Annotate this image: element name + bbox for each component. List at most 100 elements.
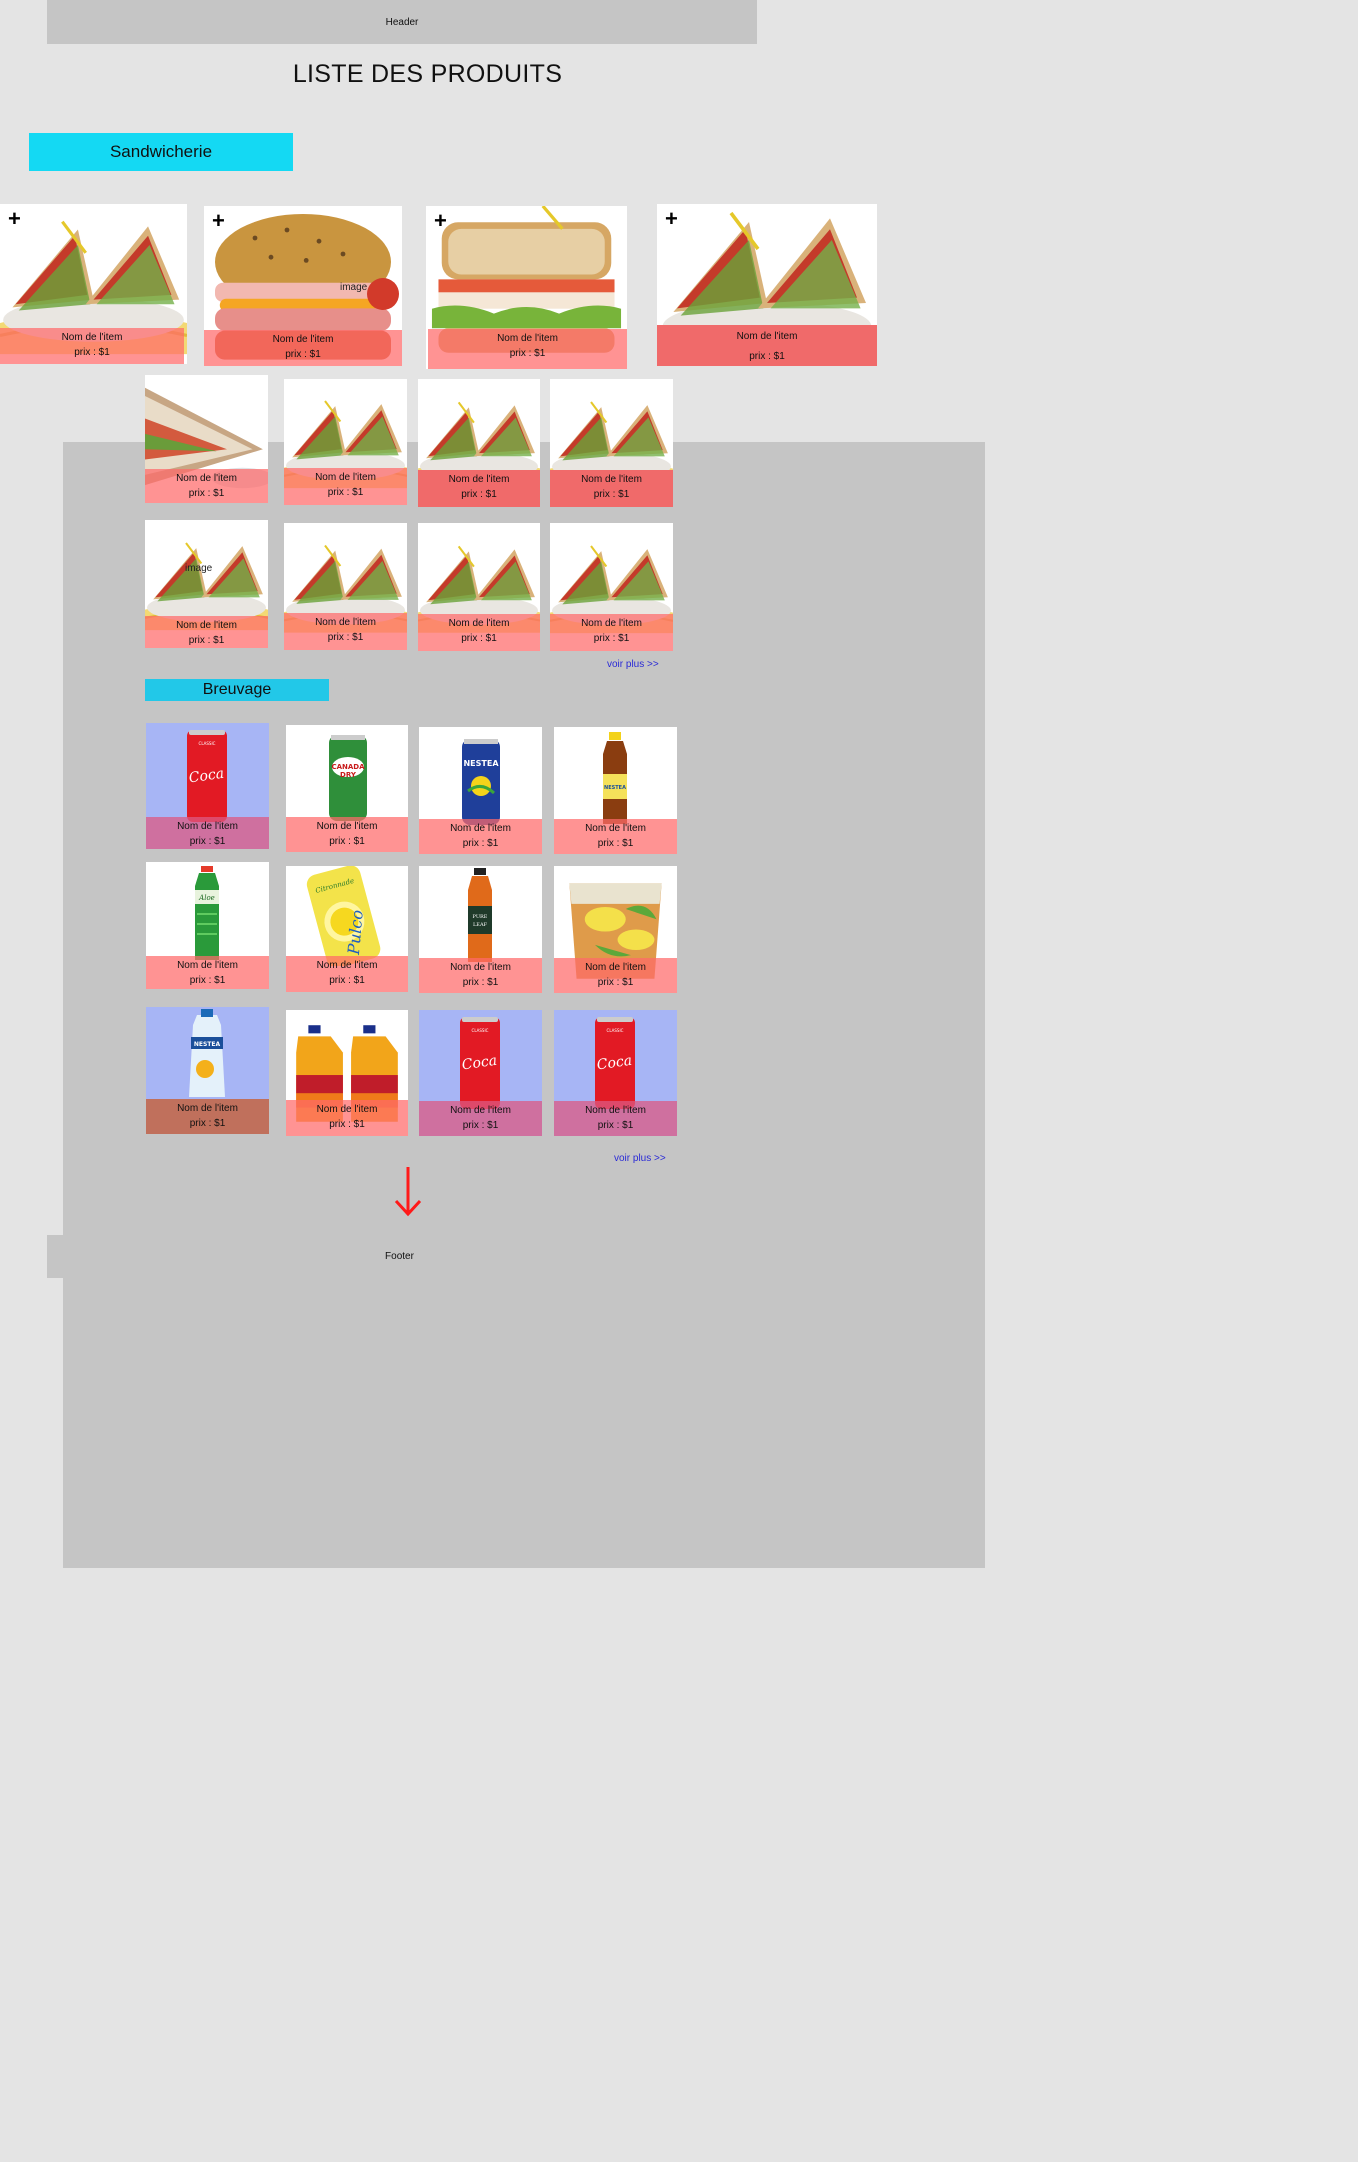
- item-name: Nom de l'item: [448, 618, 510, 629]
- item-name: Nom de l'item: [177, 960, 238, 971]
- item-price: prix : $1: [329, 1119, 365, 1130]
- item-info: Nom de l'item prix : $1: [145, 469, 268, 503]
- item-price: prix : $1: [189, 1118, 226, 1129]
- item-info: Nom de l'item prix : $1: [146, 817, 269, 849]
- item-name: Nom de l'item: [177, 1103, 238, 1114]
- product-card[interactable]: Nom de l'item prix : $1: [419, 1010, 542, 1136]
- add-to-cart-icon[interactable]: +: [8, 208, 21, 230]
- item-name: Nom de l'item: [736, 331, 798, 342]
- item-info: Nom de l'item prix : $1: [146, 1099, 269, 1134]
- product-card[interactable]: Nom de l'item prix : $1: [146, 1007, 269, 1134]
- item-name: Nom de l'item: [585, 1105, 646, 1116]
- item-name: Nom de l'item: [176, 473, 237, 484]
- category-label: Breuvage: [202, 681, 272, 698]
- item-price: prix : $1: [189, 975, 226, 986]
- add-to-cart-icon[interactable]: +: [665, 208, 678, 230]
- add-to-cart-icon[interactable]: +: [212, 210, 225, 232]
- item-price: prix : $1: [285, 349, 321, 360]
- item-info: Nom de l'item prix : $1: [419, 819, 542, 854]
- product-card[interactable]: Nom de l'item prix : $1: [418, 523, 540, 651]
- product-card[interactable]: Nom de l'item prix : $1: [145, 375, 268, 503]
- product-card[interactable]: + image Nom de l'item prix : $1: [204, 206, 402, 366]
- product-card[interactable]: Nom de l'item prix : $1: [284, 379, 407, 505]
- item-info: Nom de l'item prix : $1: [550, 614, 673, 651]
- item-info: Nom de l'item prix : $1: [284, 613, 407, 650]
- item-info: Nom de l'item prix : $1: [286, 1100, 408, 1136]
- header: Header: [47, 0, 757, 44]
- product-card[interactable]: Nom de l'item prix : $1: [284, 523, 407, 650]
- item-name: Nom de l'item: [316, 960, 378, 971]
- item-name: Nom de l'item: [315, 472, 376, 483]
- item-price: prix : $1: [462, 977, 499, 988]
- item-price: prix : $1: [461, 633, 497, 644]
- arrow-down-icon[interactable]: [393, 1167, 423, 1217]
- product-card[interactable]: Nom de l'item prix : $1: [419, 727, 542, 854]
- item-info: Nom de l'item prix : $1: [146, 956, 269, 989]
- product-card[interactable]: Nom de l'item prix : $1: [286, 866, 408, 992]
- item-price: prix : $1: [327, 632, 364, 643]
- category-breuvage: Breuvage: [145, 679, 329, 701]
- item-info: Nom de l'item prix : $1: [554, 958, 677, 993]
- product-card[interactable]: + Nom de l'item prix : $1: [0, 204, 187, 364]
- image-placeholder-label: image: [340, 282, 368, 293]
- item-info: Nom de l'item prix : $1: [554, 819, 677, 854]
- item-name: Nom de l'item: [450, 962, 511, 973]
- item-price: prix : $1: [74, 347, 110, 358]
- item-info: Nom de l'item prix : $1: [284, 468, 407, 505]
- product-card[interactable]: Nom de l'item prix : $1: [286, 1010, 408, 1136]
- header-label: Header: [385, 16, 419, 28]
- item-info: Nom de l'item prix : $1: [418, 614, 540, 651]
- product-card[interactable]: Nom de l'item prix : $1: [554, 727, 677, 854]
- item-price: prix : $1: [593, 633, 630, 644]
- item-name: Nom de l'item: [581, 474, 642, 485]
- item-info: Nom de l'item prix : $1: [286, 817, 408, 852]
- add-to-cart-icon[interactable]: +: [434, 210, 447, 232]
- item-info: Nom de l'item prix : $1: [419, 958, 542, 993]
- product-card[interactable]: Nom de l'item prix : $1: [418, 379, 540, 507]
- page-title: LISTE DES PRODUITS: [292, 60, 563, 88]
- product-card[interactable]: Nom de l'item prix : $1: [554, 866, 677, 993]
- product-card[interactable]: Nom de l'item prix : $1: [146, 862, 269, 989]
- item-price: prix : $1: [593, 489, 630, 500]
- item-info: Nom de l'item prix : $1: [204, 330, 402, 366]
- item-price: prix : $1: [509, 348, 546, 359]
- footer-left-strip: [47, 1278, 63, 1568]
- item-price: prix : $1: [189, 836, 226, 847]
- category-label: Sandwicherie: [109, 142, 213, 161]
- product-card[interactable]: Nom de l'item prix : $1: [550, 379, 673, 507]
- item-info: Nom de l'item prix : $1: [550, 470, 673, 507]
- item-price: prix : $1: [188, 635, 225, 646]
- item-price: prix : $1: [461, 489, 497, 500]
- product-card[interactable]: + Nom de l'item prix : $1: [426, 206, 627, 369]
- product-card[interactable]: image Nom de l'item prix : $1: [145, 520, 268, 648]
- item-name: Nom de l'item: [448, 474, 510, 485]
- item-info: Nom de l'item prix : $1: [0, 328, 184, 364]
- item-name: Nom de l'item: [585, 962, 646, 973]
- category-sandwicherie: Sandwicherie: [29, 133, 293, 171]
- product-card[interactable]: Nom de l'item prix : $1: [286, 725, 408, 852]
- item-price: prix : $1: [597, 1120, 634, 1131]
- item-price: prix : $1: [597, 977, 634, 988]
- item-name: Nom de l'item: [581, 618, 642, 629]
- item-info: Nom de l'item prix : $1: [419, 1101, 542, 1136]
- product-card[interactable]: + Nom de l'item prix : $1: [657, 204, 877, 366]
- item-price: prix : $1: [597, 838, 634, 849]
- item-price: prix : $1: [462, 838, 499, 849]
- item-name: Nom de l'item: [315, 617, 376, 628]
- product-card[interactable]: Nom de l'item prix : $1: [554, 1010, 677, 1136]
- voir-plus-breuvage-link[interactable]: voir plus >>: [614, 1153, 666, 1164]
- item-name: Nom de l'item: [585, 823, 646, 834]
- footer-label: Footer: [385, 1251, 414, 1262]
- item-price: prix : $1: [749, 351, 785, 362]
- item-name: Nom de l'item: [316, 1104, 378, 1115]
- product-card[interactable]: Nom de l'item prix : $1: [146, 723, 269, 849]
- item-info: Nom de l'item prix : $1: [145, 616, 268, 648]
- item-name: Nom de l'item: [177, 821, 238, 832]
- item-price: prix : $1: [329, 836, 365, 847]
- product-card[interactable]: Nom de l'item prix : $1: [419, 866, 542, 993]
- voir-plus-sandwich-link[interactable]: voir plus >>: [607, 659, 659, 670]
- product-card[interactable]: Nom de l'item prix : $1: [550, 523, 673, 651]
- item-name: Nom de l'item: [497, 333, 558, 344]
- item-info: Nom de l'item prix : $1: [418, 470, 540, 507]
- item-info: Nom de l'item prix : $1: [286, 956, 408, 992]
